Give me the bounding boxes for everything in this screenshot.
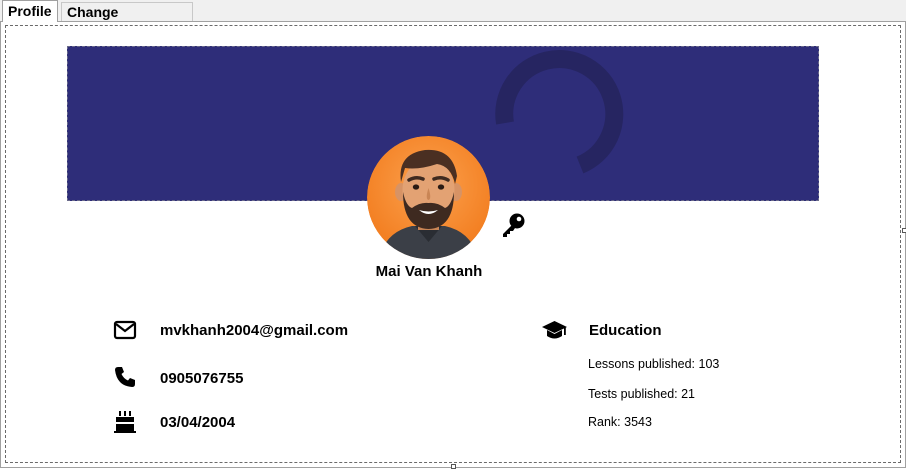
tab-change-password[interactable]: Change Password (61, 2, 193, 39)
lessons-published: Lessons published: 103 (588, 357, 720, 371)
education-title: Education (589, 322, 662, 339)
phone-icon (115, 367, 135, 387)
resize-handle-bottom[interactable] (451, 464, 456, 469)
birthday-value: 03/04/2004 (160, 414, 236, 431)
rank: Rank: 3543 (588, 415, 652, 429)
resize-handle-right[interactable] (902, 228, 906, 233)
graduation-cap-icon (542, 321, 567, 339)
avatar-illustration (367, 136, 490, 259)
envelope-icon (113, 320, 137, 340)
birthday-cake-icon (114, 411, 136, 433)
email-value: mvkhanh2004@gmail.com (160, 322, 349, 339)
profile-name: Mai Van Khanh (375, 263, 483, 280)
tests-published: Tests published: 21 (588, 387, 696, 401)
avatar[interactable] (367, 136, 490, 259)
phone-value: 0905076755 (160, 370, 244, 387)
tab-profile[interactable]: Profile (2, 0, 58, 22)
key-icon[interactable] (500, 211, 528, 239)
tab-strip: Profile Change Password (0, 0, 906, 39)
